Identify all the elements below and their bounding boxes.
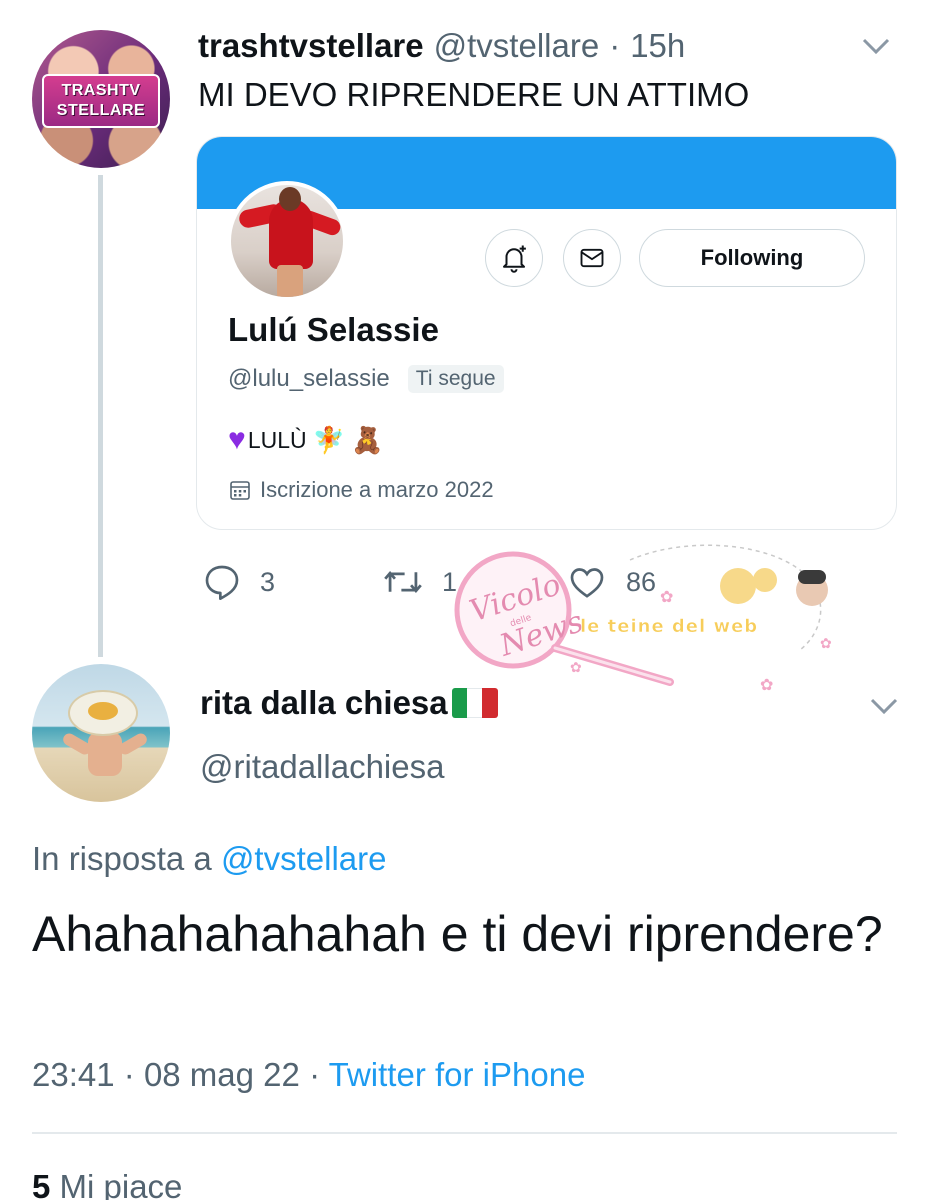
avatar-logo-line2: STELLARE	[56, 102, 146, 119]
avatar-trashtvstellare[interactable]: TRASHTV STELLARE	[32, 30, 170, 168]
thread-connector-line	[98, 175, 103, 657]
fairy-icon: 🧚	[312, 424, 345, 455]
divider	[32, 1132, 897, 1134]
reply-action[interactable]: 3	[202, 562, 275, 602]
follows-you-badge: Ti segue	[407, 365, 504, 393]
tweet2-handle[interactable]: @ritadallachiesa	[200, 748, 444, 786]
svg-text:✿: ✿	[760, 677, 773, 694]
tweet2-display-name[interactable]: rita dalla chiesa	[200, 684, 448, 722]
chevron-down-icon[interactable]	[858, 28, 894, 64]
message-button[interactable]	[563, 229, 621, 287]
italy-flag-icon	[451, 688, 498, 718]
svg-text:✿: ✿	[660, 589, 673, 606]
tweet1-time[interactable]: 15h	[630, 27, 685, 65]
tweet2-time: 23:41	[32, 1056, 115, 1093]
reply-mention-link[interactable]: @tvstellare	[221, 840, 387, 877]
teddy-bear-icon: 🧸	[351, 424, 384, 455]
reply-count: 3	[260, 566, 276, 597]
tweet1-display-name[interactable]: trashtvstellare	[198, 27, 424, 65]
profile-bio: ♥ LULÙ 🧚 🧸	[228, 423, 383, 457]
profile-joined-text: Iscrizione a marzo 2022	[260, 477, 494, 502]
tweet2-name-row: rita dalla chiesa	[200, 684, 498, 722]
retweet-icon	[384, 571, 422, 593]
reply-prefix: In risposta a	[32, 840, 221, 877]
avatar-logo-line1: TRASHTV	[61, 82, 141, 99]
notification-bell-button[interactable]	[485, 229, 543, 287]
tweet1-handle[interactable]: @tvstellare	[434, 27, 600, 65]
tweet2-separator: ·	[123, 1056, 135, 1093]
purple-heart-icon: ♥	[228, 423, 246, 456]
profile-joined: Iscrizione a marzo 2022	[228, 477, 494, 503]
avatar-ritadallachiesa[interactable]	[32, 664, 170, 802]
profile-avatar[interactable]	[227, 181, 347, 301]
watermark-text-right: le teine del web	[580, 616, 758, 637]
svg-text:✿: ✿	[820, 635, 832, 651]
calendar-icon	[230, 481, 250, 500]
tweet1-separator: ·	[609, 27, 621, 64]
tweet2-source-link[interactable]: Twitter for iPhone	[329, 1056, 586, 1093]
tweet2-separator2: ·	[309, 1056, 321, 1093]
reply-context: In risposta a @tvstellare	[32, 840, 387, 878]
likes-label: Mi piace	[59, 1168, 183, 1200]
svg-text:✿: ✿	[570, 659, 582, 675]
following-button[interactable]: Following	[639, 229, 865, 287]
tweet2-date: 08 mag 22	[143, 1056, 300, 1093]
profile-handle-row: @lulu_selassie Ti segue	[228, 365, 504, 393]
profile-handle[interactable]: @lulu_selassie	[228, 365, 390, 393]
watermark-logo: Vicolo delle News le teine del web ✿ ✿ ✿…	[454, 544, 832, 694]
profile-bio-text: LULÙ	[247, 426, 307, 453]
likes-count: 5	[32, 1168, 51, 1200]
reply-bubble-icon	[205, 565, 239, 600]
tweet1-text: MI DEVO RIPRENDERE UN ATTIMO	[198, 76, 750, 113]
likes-summary[interactable]: 5 Mi piace	[32, 1168, 182, 1200]
profile-name[interactable]: Lulú Selassie	[228, 311, 439, 349]
chevron-down-icon[interactable]	[866, 688, 902, 724]
envelope-icon	[580, 248, 604, 268]
tweet2-text: Ahahahahahahah e ti devi riprendere?	[32, 906, 883, 962]
bell-plus-icon	[503, 245, 526, 273]
tweet2-meta: 23:41 · 08 mag 22 · Twitter for iPhone	[32, 1056, 585, 1094]
tweet1-header: trashtvstellare @tvstellare · 15h	[198, 26, 685, 66]
profile-card[interactable]: Following Lulú Selassie @lulu_selassie T…	[196, 136, 897, 530]
avatar-logo-text: TRASHTV STELLARE	[42, 74, 160, 128]
